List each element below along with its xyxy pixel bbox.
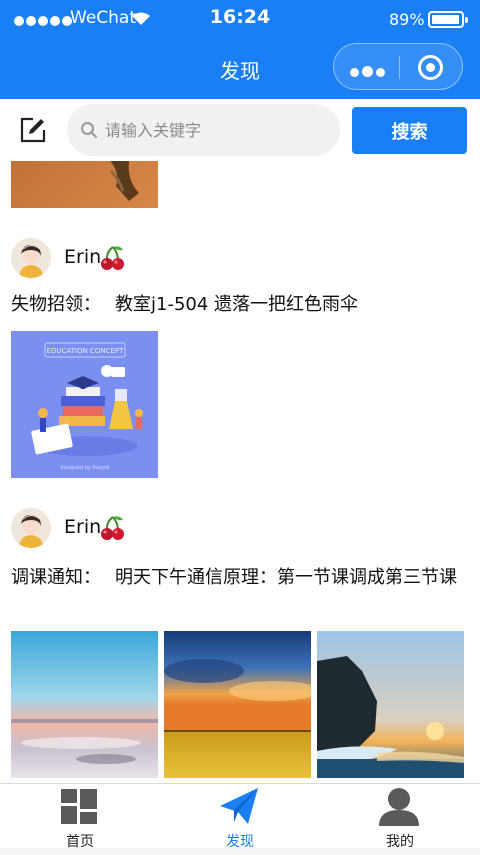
tab-home[interactable]: 首页 <box>0 784 160 850</box>
bottom-safe-area <box>0 848 480 855</box>
cherry-icon <box>101 246 124 270</box>
username[interactable]: Erin <box>64 516 101 538</box>
status-bar: WeChat 16:24 89% <box>0 0 480 36</box>
battery-icon <box>428 11 468 28</box>
tab-discover[interactable]: 发现 <box>160 784 320 850</box>
tab-profile[interactable]: 我的 <box>320 784 480 850</box>
post-type-label: 失物招领： <box>11 294 101 315</box>
edit-icon[interactable] <box>19 116 47 144</box>
search-field[interactable] <box>67 104 340 156</box>
post-body: 教室j1-504 遗落一把红色雨伞 <box>115 294 359 315</box>
app-header: WeChat 16:24 89% 发现 <box>0 0 480 99</box>
feed-list: Erin 失物招领： 教室j1-504 遗落一把红色雨伞 EDUCATION CO… <box>0 161 480 783</box>
username[interactable]: Erin <box>64 246 101 268</box>
post-type-label: 调课通知： <box>11 567 101 588</box>
capsule-divider <box>399 56 400 79</box>
person-icon <box>379 788 419 826</box>
svg-text:designed by freepik: designed by freepik <box>60 465 110 471</box>
search-icon <box>81 122 98 139</box>
post-image[interactable] <box>317 631 464 778</box>
avatar[interactable] <box>11 508 51 548</box>
miniprogram-capsule <box>333 43 463 90</box>
tab-bar: 首页 发现 我的 <box>0 783 480 850</box>
post-content: 调课通知： 明天下午通信原理：第一节课调成第三节课 <box>11 563 469 592</box>
close-miniprogram-icon[interactable] <box>418 55 443 80</box>
post-body: 明天下午通信原理：第一节课调成第三节课 <box>115 567 457 588</box>
previous-post-image[interactable] <box>11 161 158 208</box>
cherry-icon <box>101 516 124 540</box>
post-image[interactable]: EDUCATION CONCEPT designed by freepik <box>11 331 158 478</box>
grid-home-icon <box>61 789 97 824</box>
post-image[interactable] <box>11 631 158 778</box>
search-button[interactable]: 搜索 <box>352 107 467 154</box>
search-bar: 搜索 <box>0 99 480 161</box>
paper-plane-icon <box>220 788 258 824</box>
post-image[interactable] <box>164 631 311 778</box>
battery-percent: 89% <box>389 10 425 29</box>
search-input[interactable] <box>105 104 325 156</box>
more-menu-icon[interactable] <box>350 62 388 81</box>
post-content: 失物招领： 教室j1-504 遗落一把红色雨伞 <box>11 290 469 319</box>
avatar[interactable] <box>11 238 51 278</box>
svg-text:EDUCATION CONCEPT: EDUCATION CONCEPT <box>47 347 125 355</box>
